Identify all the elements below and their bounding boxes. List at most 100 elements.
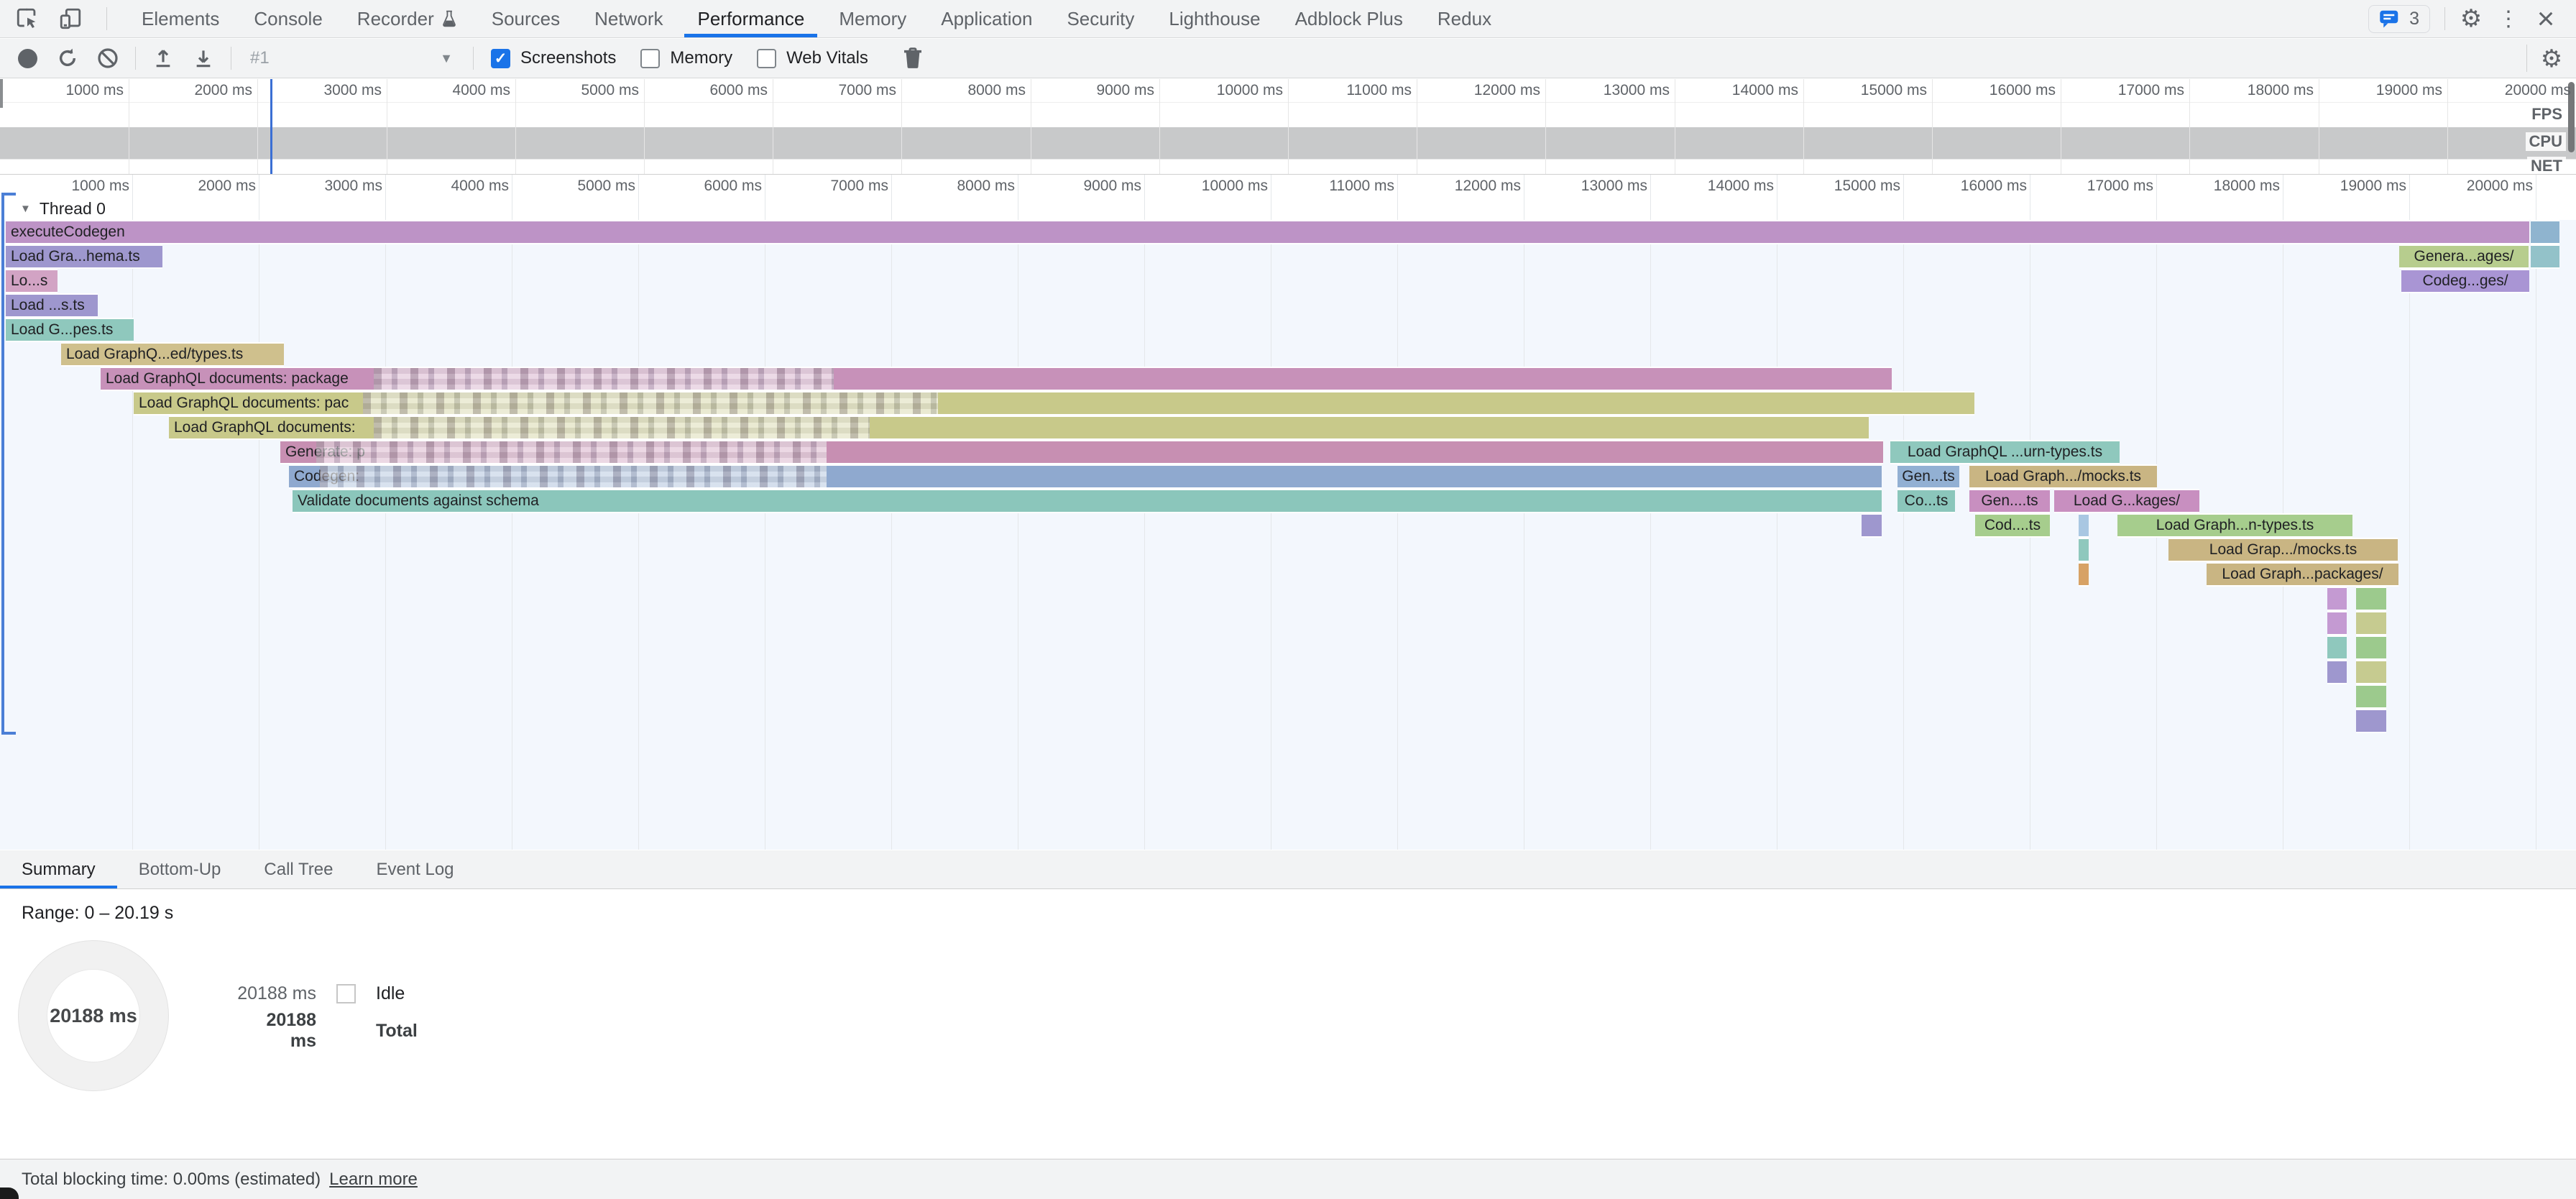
details-tab-bottom-up[interactable]: Bottom-Up bbox=[117, 850, 243, 888]
tab-application[interactable]: Application bbox=[924, 0, 1049, 37]
record-button[interactable] bbox=[12, 42, 43, 74]
flame-bar[interactable]: Load Gra...hema.ts bbox=[6, 244, 162, 269]
overview-tick-label: 13000 ms bbox=[1604, 82, 1675, 99]
flame-tick-label: 16000 ms bbox=[1961, 178, 2031, 195]
thread-header[interactable]: ▼ Thread 0 bbox=[20, 196, 106, 221]
flame-bar-block[interactable] bbox=[2531, 244, 2559, 269]
capture-settings-gear-icon[interactable]: ⚙ bbox=[2533, 39, 2570, 78]
checkbox-label: Memory bbox=[670, 48, 732, 68]
overview-cursor-line[interactable] bbox=[270, 79, 272, 174]
flame-bar[interactable]: Codegen: bbox=[289, 464, 1882, 489]
flame-bar-block[interactable] bbox=[2356, 684, 2386, 709]
delete-recording-trash-icon[interactable] bbox=[897, 42, 929, 74]
timeline-overview[interactable]: FPS CPU NET 1000 ms2000 ms3000 ms4000 ms… bbox=[0, 79, 2576, 175]
tab-elements[interactable]: Elements bbox=[124, 0, 236, 37]
close-devtools-icon[interactable]: × bbox=[2527, 2, 2564, 35]
save-profile-icon[interactable] bbox=[188, 42, 219, 74]
flame-bar[interactable]: Load ...s.ts bbox=[6, 293, 98, 318]
history-select[interactable]: #1 ▼ bbox=[244, 48, 460, 68]
flame-bar[interactable]: Gen....ts bbox=[1969, 489, 2050, 513]
tab-redux[interactable]: Redux bbox=[1420, 0, 1509, 37]
flame-bar[interactable]: Load Grap.../mocks.ts bbox=[2168, 538, 2398, 562]
flame-bar[interactable]: Genera...ages/ bbox=[2399, 244, 2529, 269]
flame-bar-block[interactable] bbox=[2327, 611, 2347, 635]
load-profile-icon[interactable] bbox=[147, 42, 179, 74]
flame-bar[interactable]: Cod....ts bbox=[1975, 513, 2050, 538]
flame-bar-block[interactable] bbox=[2079, 513, 2089, 538]
checkbox-box[interactable]: ✓ bbox=[491, 49, 510, 68]
flame-bar[interactable]: Load GraphQL documents: package bbox=[101, 367, 1892, 391]
tab-recorder[interactable]: Recorder bbox=[340, 0, 474, 37]
flame-bar-label: Load G...kages/ bbox=[2074, 492, 2180, 510]
flame-bar-block[interactable] bbox=[2079, 562, 2089, 587]
flame-bar[interactable]: Lo...s bbox=[6, 269, 58, 293]
flame-bar[interactable]: Codeg...ges/ bbox=[2401, 269, 2529, 293]
clear-recordings-icon[interactable] bbox=[92, 42, 124, 74]
settings-gear-icon[interactable]: ⚙ bbox=[2452, 2, 2490, 35]
tab-label: Performance bbox=[697, 8, 804, 30]
overview-tick-label: 1000 ms bbox=[65, 82, 129, 99]
reload-and-record-button[interactable] bbox=[52, 42, 83, 74]
learn-more-link[interactable]: Learn more bbox=[329, 1170, 418, 1190]
screenshots-checkbox[interactable]: ✓Screenshots bbox=[491, 48, 616, 68]
details-tabs: SummaryBottom-UpCall TreeEvent Log bbox=[0, 850, 2576, 889]
history-caret-icon: ▼ bbox=[440, 51, 460, 66]
tab-sources[interactable]: Sources bbox=[474, 0, 577, 37]
flame-bar[interactable]: Load Graph.../mocks.ts bbox=[1969, 464, 2157, 489]
right-controls-divider bbox=[2444, 7, 2445, 30]
details-tab-event-log[interactable]: Event Log bbox=[354, 850, 475, 888]
tab-console[interactable]: Console bbox=[236, 0, 339, 37]
flame-bar[interactable]: Load GraphQL documents: bbox=[169, 415, 1869, 440]
flame-bar-label: Load GraphQL documents: bbox=[174, 419, 356, 436]
tab-lighthouse[interactable]: Lighthouse bbox=[1151, 0, 1277, 37]
overview-left-handle[interactable] bbox=[0, 79, 3, 108]
flame-bar-block[interactable] bbox=[2327, 635, 2347, 660]
flame-bar-block[interactable] bbox=[2356, 635, 2386, 660]
flame-bar[interactable]: Gen...ts bbox=[1898, 464, 1959, 489]
flame-bar-block[interactable] bbox=[2356, 611, 2386, 635]
flame-bar[interactable]: Co...ts bbox=[1898, 489, 1955, 513]
flame-bar[interactable]: Load Graph...packages/ bbox=[2207, 562, 2398, 587]
flame-bar-block[interactable] bbox=[2356, 709, 2386, 733]
tab-security[interactable]: Security bbox=[1049, 0, 1151, 37]
flame-bar[interactable]: Generate: p bbox=[280, 440, 1883, 464]
checkbox-box[interactable] bbox=[640, 49, 660, 68]
flame-bar-block[interactable] bbox=[2356, 660, 2386, 684]
flame-bar-label: Lo...s bbox=[11, 272, 47, 290]
overview-tick-label: 11000 ms bbox=[1346, 82, 1417, 99]
tab-adblock-plus[interactable]: Adblock Plus bbox=[1278, 0, 1420, 37]
web-vitals-checkbox[interactable]: Web Vitals bbox=[757, 48, 868, 68]
flame-bar[interactable]: Load GraphQL documents: pac bbox=[134, 391, 1974, 415]
flame-bar[interactable]: Load G...pes.ts bbox=[6, 318, 134, 342]
flame-bar[interactable]: executeCodegen bbox=[6, 220, 2529, 244]
flame-chart[interactable]: ▼ Thread 0 executeCodegenLoad Gra...hema… bbox=[0, 175, 2576, 850]
issues-badge[interactable]: 3 bbox=[2368, 5, 2430, 33]
flame-bar[interactable]: Load GraphQ...ed/types.ts bbox=[61, 342, 284, 367]
more-options-kebab-icon[interactable]: ⋮ bbox=[2490, 2, 2527, 35]
flame-bar[interactable]: Load GraphQL ...urn-types.ts bbox=[1890, 440, 2120, 464]
donut-total-value: 20188 ms bbox=[50, 1005, 137, 1027]
flame-bar-block[interactable] bbox=[2079, 538, 2089, 562]
flame-bar-block[interactable] bbox=[1862, 513, 1882, 538]
flame-bar-block[interactable] bbox=[2531, 220, 2559, 244]
devtools-performance-panel: ElementsConsoleRecorderSourcesNetwork Per… bbox=[0, 0, 2576, 1199]
flame-bar-block[interactable] bbox=[2327, 660, 2347, 684]
checkbox-box[interactable] bbox=[757, 49, 776, 68]
flame-bar[interactable]: Validate documents against schema bbox=[293, 489, 1882, 513]
flame-bar[interactable]: Load Graph...n-types.ts bbox=[2117, 513, 2352, 538]
flame-bar-block[interactable] bbox=[2356, 587, 2386, 611]
overview-tick-label: 18000 ms bbox=[2248, 82, 2319, 99]
tab-memory[interactable]: Memory bbox=[822, 0, 924, 37]
tab-network[interactable]: Network bbox=[577, 0, 680, 37]
summary-donut-chart: 20188 ms bbox=[18, 940, 169, 1091]
details-tab-call-tree[interactable]: Call Tree bbox=[242, 850, 354, 888]
device-toolbar-icon[interactable] bbox=[56, 4, 85, 33]
flame-bar-block[interactable] bbox=[2327, 587, 2347, 611]
details-tab-summary[interactable]: Summary bbox=[0, 850, 117, 888]
inspect-element-icon[interactable] bbox=[13, 4, 42, 33]
flame-tick-label: 5000 ms bbox=[577, 178, 640, 195]
memory-checkbox[interactable]: Memory bbox=[640, 48, 732, 68]
performance-toolbar: #1 ▼ ✓Screenshots Memory Web Vitals bbox=[0, 39, 2576, 78]
flame-bar[interactable]: Load G...kages/ bbox=[2054, 489, 2199, 513]
tab-performance[interactable]: Performance bbox=[680, 0, 822, 37]
